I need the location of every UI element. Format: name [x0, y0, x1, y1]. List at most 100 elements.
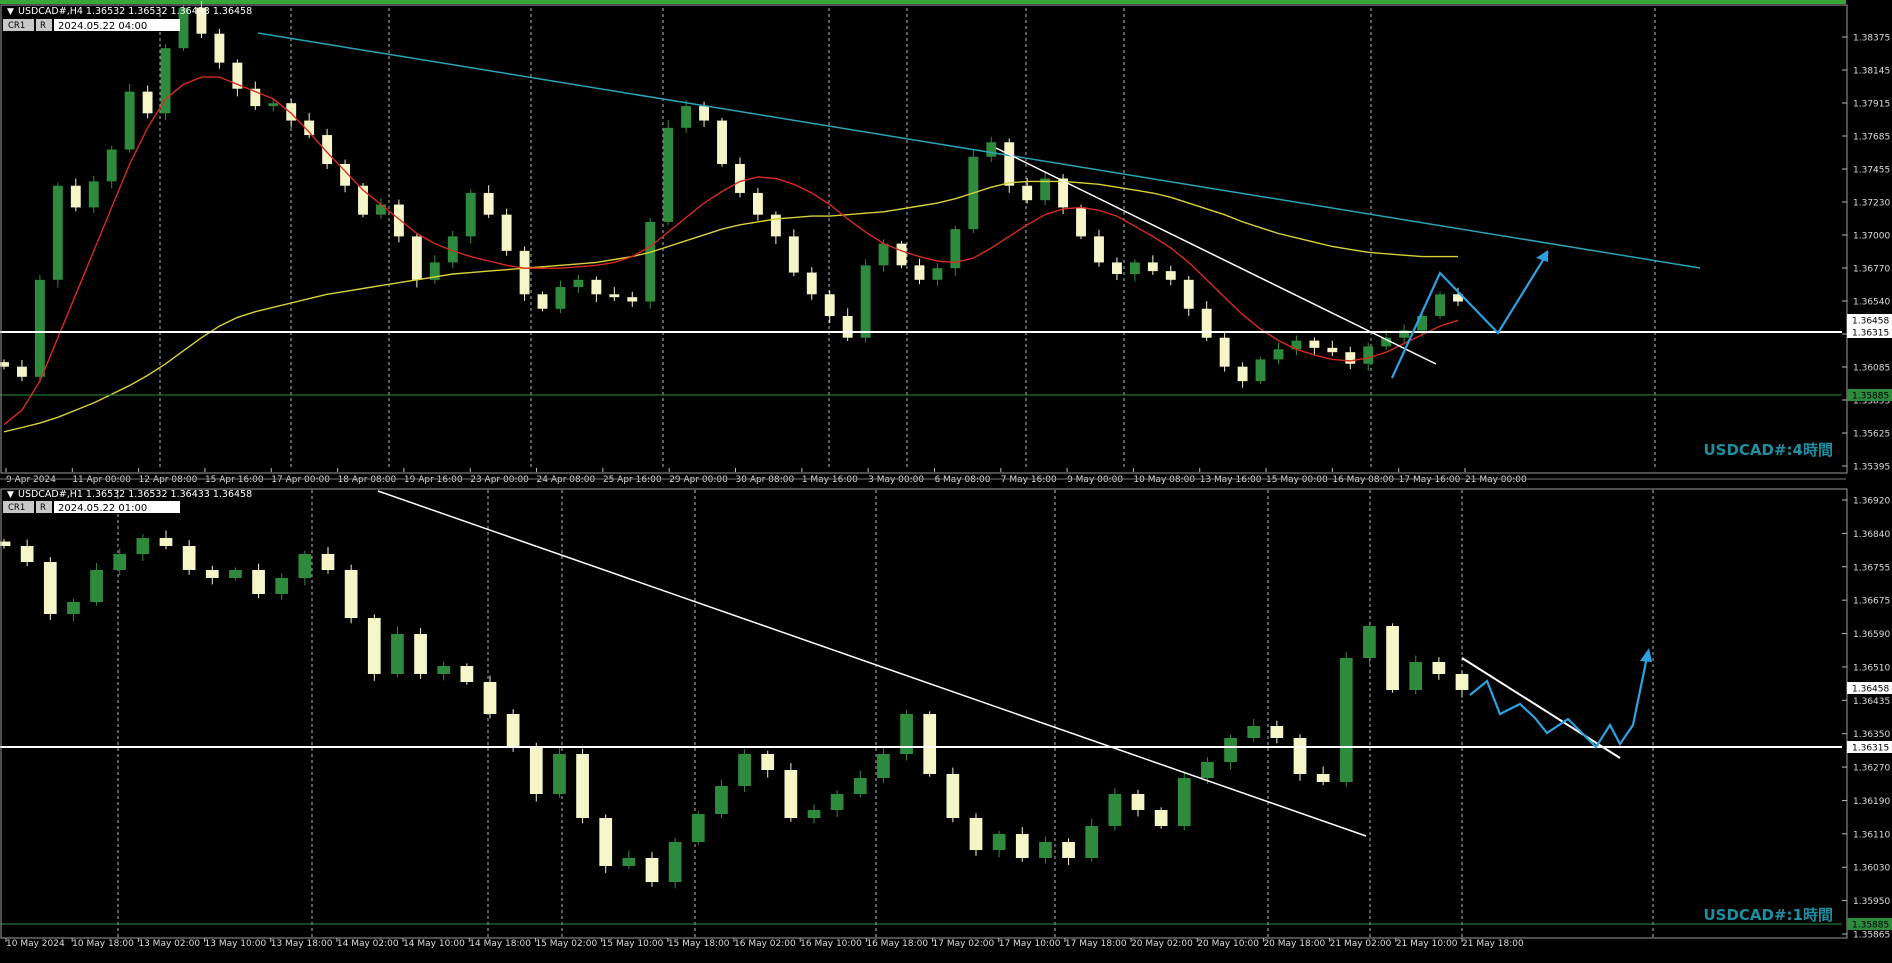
- h4-time-label: 12 Apr 08:00: [139, 475, 198, 485]
- h1-candle-body: [738, 754, 751, 786]
- h4-candle-body: [88, 181, 99, 208]
- h1-time-label: 21 May 02:00: [1330, 939, 1392, 949]
- h4-time-label: 13 May 16:00: [1200, 475, 1262, 485]
- h1-timestamp: 2024.05.22 01:00: [58, 503, 147, 514]
- h1-candle-body: [344, 570, 358, 618]
- h4-candle-body: [591, 279, 602, 295]
- h1-candle-body: [645, 858, 659, 882]
- h4-time-label: 15 Apr 16:00: [205, 475, 264, 485]
- h4-candle-body: [627, 297, 638, 302]
- h1-price-label: 1.36435: [1853, 697, 1890, 707]
- h1-price-label: 1.36510: [1853, 663, 1890, 673]
- h1-candle-body: [992, 834, 1006, 850]
- h1-candle-body: [1224, 738, 1237, 762]
- h4-candle-body: [1345, 352, 1356, 364]
- h4-time-label: 6 May 08:00: [934, 475, 990, 485]
- h4-price-label: 1.37230: [1853, 199, 1890, 209]
- h1-candle-body: [969, 818, 983, 850]
- h4-watermark: USDCAD#:4時間: [1703, 441, 1833, 459]
- h1-candle-body: [784, 770, 798, 818]
- h4-line-price-tag: 1.36315: [1852, 329, 1889, 339]
- h4-timestamp: 2024.05.22 04:00: [58, 21, 147, 32]
- h1-candle-body: [43, 562, 57, 614]
- h4-candle-body: [555, 287, 566, 309]
- h4-price-label: 1.37455: [1853, 166, 1890, 176]
- h1-candle-body: [622, 858, 636, 866]
- h1-price-label: 1.35865: [1853, 931, 1890, 941]
- h1-candle-body: [90, 570, 103, 602]
- h1-time-label: 17 May 10:00: [999, 939, 1061, 949]
- h1-candle-body: [0, 541, 11, 546]
- h1-candle-body: [159, 538, 173, 546]
- h1-price-label: 1.36590: [1853, 630, 1890, 640]
- h1-time-label: 16 May 02:00: [734, 939, 796, 949]
- h1-time-label: 17 May 18:00: [1065, 939, 1127, 949]
- h4-candle-body: [609, 294, 620, 298]
- h4-candle-body: [878, 243, 889, 266]
- h4-candle-body: [376, 204, 386, 215]
- h1-price-label: 1.36675: [1853, 597, 1890, 607]
- h4-candle-body: [1183, 279, 1194, 309]
- h1-candle-body: [1432, 662, 1446, 674]
- trading-chart-window: ▼ USDCAD#,H4 1.36532 1.36532 1.36433 1.3…: [0, 0, 1892, 963]
- h4-time-label: 17 May 16:00: [1399, 475, 1461, 485]
- h1-candle-body: [1062, 842, 1075, 858]
- h4-candle-body: [17, 366, 27, 377]
- h1-candle-body: [1270, 726, 1284, 738]
- h1-candle-body: [1293, 738, 1307, 774]
- h1-support-price-tag: 1.35885: [1852, 921, 1889, 931]
- h4-candle-body: [824, 294, 835, 316]
- h4-candle-body: [663, 127, 674, 222]
- h1-candle-body: [853, 778, 867, 794]
- h1-candle-body: [67, 602, 80, 614]
- h4-candle-body: [573, 279, 584, 288]
- h4-price-label: 1.35395: [1853, 463, 1890, 473]
- h4-time-label: 24 Apr 08:00: [537, 475, 596, 485]
- h4-candle-body: [1147, 262, 1158, 272]
- h4-time-label: 7 May 16:00: [1001, 475, 1057, 485]
- h4-candle-body: [1273, 349, 1284, 360]
- h1-price-label: 1.36920: [1853, 497, 1890, 507]
- h1-candle-body: [1386, 626, 1399, 690]
- h4-symbol-info: USDCAD#,H4 1.36532 1.36532 1.36433 1.364…: [18, 6, 252, 17]
- h1-candle-body: [1201, 762, 1214, 778]
- h4-candle-body: [932, 268, 943, 280]
- h1-time-label: 20 May 18:00: [1263, 939, 1325, 949]
- h1-time-label: 14 May 18:00: [469, 939, 531, 949]
- h1-time-label: 15 May 02:00: [535, 939, 597, 949]
- h4-candle-body: [286, 103, 297, 121]
- h4-candle-body: [1022, 185, 1033, 201]
- h4-candle-body: [1237, 366, 1248, 382]
- h1-time-label: 20 May 02:00: [1131, 939, 1193, 949]
- h1-current-price-tag: 1.36458: [1852, 685, 1889, 695]
- h4-price-label: 1.37685: [1853, 133, 1890, 143]
- h4-candle-body: [1165, 271, 1176, 280]
- h1-candle-body: [252, 570, 265, 594]
- h1-candle-body: [946, 774, 960, 818]
- h4-candle-body: [465, 192, 476, 237]
- h4-candle-body: [1327, 347, 1338, 353]
- h4-time-label: 16 May 08:00: [1332, 475, 1394, 485]
- h4-candle-body: [1219, 337, 1230, 367]
- h4-candle-body: [1112, 262, 1122, 275]
- h1-candle-body: [275, 578, 289, 594]
- h1-time-label: 10 May 18:00: [72, 939, 134, 949]
- h1-candle-body: [1131, 794, 1145, 810]
- h1-time-label: 14 May 10:00: [403, 939, 465, 949]
- h4-candle-body: [268, 103, 279, 107]
- h1-time-axis[interactable]: 10 May 2024 10 May 18:00 13 May 02:00 13 Ma…: [5, 938, 1524, 949]
- h1-candle-body: [923, 714, 937, 774]
- h4-time-label: 21 May 00:00: [1465, 475, 1527, 485]
- h1-candle-body: [715, 786, 728, 814]
- h4-support-price-tag: 1.35885: [1852, 392, 1889, 402]
- h1-time-label: 13 May 02:00: [138, 939, 200, 949]
- h1-candle-body: [1177, 778, 1191, 826]
- h4-time-label: 1 May 16:00: [802, 475, 858, 485]
- h1-candle-body: [1015, 834, 1029, 858]
- h1-menu-triangle-icon: ▼: [7, 490, 14, 500]
- h1-cr-label: CR1: [8, 503, 25, 513]
- h1-candle-body: [877, 754, 890, 778]
- h4-candle-body: [860, 265, 871, 338]
- h4-time-label: 3 May 00:00: [868, 475, 924, 485]
- h4-time-label: 19 Apr 16:00: [404, 475, 463, 485]
